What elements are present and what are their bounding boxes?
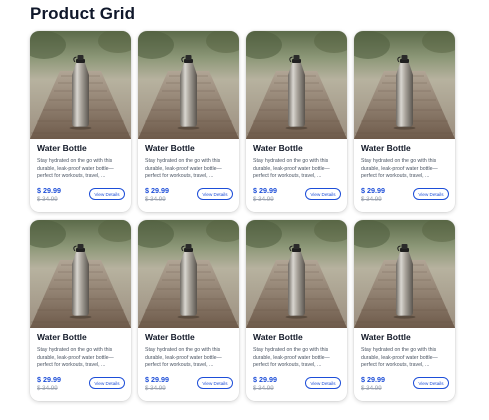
product-name: Water Bottle (253, 332, 303, 342)
water-bottle-photo (30, 31, 131, 139)
product-card[interactable]: Water Bottle Stay hydrated on the go wit… (138, 220, 239, 401)
product-grid: Water Bottle Stay hydrated on the go wit… (30, 31, 455, 401)
product-name: Water Bottle (145, 143, 195, 153)
product-card[interactable]: Water Bottle Stay hydrated on the go wit… (246, 31, 347, 212)
view-details-button[interactable]: View Details (197, 188, 233, 200)
product-card[interactable]: Water Bottle Stay hydrated on the go wit… (246, 220, 347, 401)
product-card[interactable]: Water Bottle Stay hydrated on the go wit… (354, 220, 455, 401)
page-title: Product Grid (30, 4, 136, 23)
view-details-button[interactable]: View Details (413, 188, 449, 200)
water-bottle-photo (138, 220, 239, 328)
water-bottle-photo (246, 31, 347, 139)
product-description: Stay hydrated on the go with this durabl… (253, 158, 330, 180)
product-price: $ 29.99 (37, 375, 61, 384)
product-original-price: $ 34.99 (37, 196, 58, 203)
product-description: Stay hydrated on the go with this durabl… (253, 347, 330, 369)
product-name: Water Bottle (37, 143, 87, 153)
view-details-button[interactable]: View Details (89, 188, 125, 200)
product-description: Stay hydrated on the go with this durabl… (145, 347, 222, 369)
product-original-price: $ 34.99 (361, 196, 382, 203)
product-name: Water Bottle (361, 143, 411, 153)
product-price: $ 29.99 (145, 375, 169, 384)
product-price: $ 29.99 (37, 186, 61, 195)
product-original-price: $ 34.99 (361, 385, 382, 392)
water-bottle-photo (354, 220, 455, 328)
water-bottle-photo (30, 220, 131, 328)
product-grid-page: Product Grid Water Bottle Stay hydrated … (0, 0, 489, 420)
product-name: Water Bottle (253, 143, 303, 153)
water-bottle-photo (246, 220, 347, 328)
product-card[interactable]: Water Bottle Stay hydrated on the go wit… (354, 31, 455, 212)
product-price: $ 29.99 (361, 186, 385, 195)
view-details-button[interactable]: View Details (305, 188, 341, 200)
product-card[interactable]: Water Bottle Stay hydrated on the go wit… (30, 220, 131, 401)
view-details-button[interactable]: View Details (413, 377, 449, 389)
product-name: Water Bottle (37, 332, 87, 342)
product-name: Water Bottle (145, 332, 195, 342)
product-description: Stay hydrated on the go with this durabl… (145, 158, 222, 180)
product-description: Stay hydrated on the go with this durabl… (37, 347, 114, 369)
product-original-price: $ 34.99 (145, 196, 166, 203)
water-bottle-photo (138, 31, 239, 139)
water-bottle-photo (354, 31, 455, 139)
product-price: $ 29.99 (145, 186, 169, 195)
product-card[interactable]: Water Bottle Stay hydrated on the go wit… (30, 31, 131, 212)
product-description: Stay hydrated on the go with this durabl… (37, 158, 114, 180)
product-description: Stay hydrated on the go with this durabl… (361, 158, 438, 180)
view-details-button[interactable]: View Details (197, 377, 233, 389)
product-price: $ 29.99 (361, 375, 385, 384)
product-card[interactable]: Water Bottle Stay hydrated on the go wit… (138, 31, 239, 212)
product-name: Water Bottle (361, 332, 411, 342)
product-price: $ 29.99 (253, 375, 277, 384)
product-price: $ 29.99 (253, 186, 277, 195)
product-original-price: $ 34.99 (253, 385, 274, 392)
view-details-button[interactable]: View Details (89, 377, 125, 389)
product-original-price: $ 34.99 (145, 385, 166, 392)
view-details-button[interactable]: View Details (305, 377, 341, 389)
product-original-price: $ 34.99 (37, 385, 58, 392)
product-description: Stay hydrated on the go with this durabl… (361, 347, 438, 369)
product-original-price: $ 34.99 (253, 196, 274, 203)
